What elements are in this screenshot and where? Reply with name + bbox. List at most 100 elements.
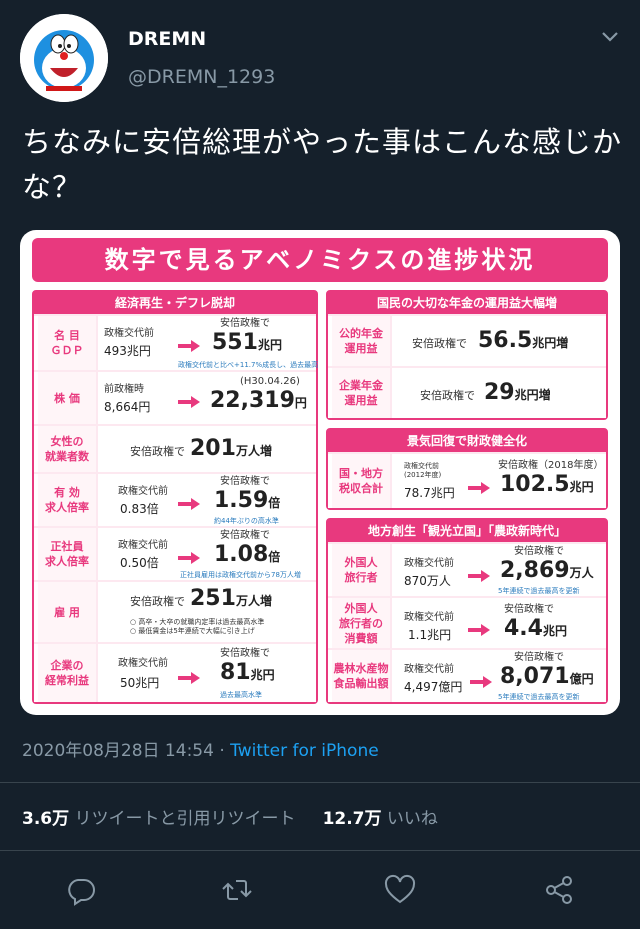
after-value: 4.4兆円 [504, 616, 567, 641]
after-caption: 安倍政権で [220, 476, 270, 487]
before-caption: 政権交代前 [404, 612, 454, 623]
before-value: 50兆円 [120, 676, 160, 690]
before-caption: 政権交代前 (2012年度) [404, 462, 442, 479]
avatar[interactable] [20, 14, 108, 102]
note: 5年連続で過去最高を更新 [498, 587, 580, 595]
after-value: 1.59倍 [214, 488, 281, 513]
chevron-down-icon[interactable] [600, 30, 620, 44]
row-label: 外国人 旅行者 [332, 544, 392, 596]
retweets-count: 3.6万 [22, 809, 70, 829]
tweet-media-image[interactable]: 数字で見るアベノミクスの進捗状況 経済再生・デフレ脱却 名 目 ＧＤＰ 政権交代… [20, 230, 620, 715]
before-value: 870万人 [404, 574, 451, 588]
divider [0, 850, 640, 851]
after-value: 2,869万人 [500, 558, 594, 583]
before-value: 1.1兆円 [408, 628, 452, 642]
row-label: 有 効 求人倍率 [38, 474, 98, 526]
after-caption: 安倍政権で [220, 648, 270, 659]
retweet-icon[interactable] [220, 873, 254, 907]
row-regular-job-ratio: 正社員 求人倍率 政権交代前 0.50倍 安倍政権で 1.08倍 正社員雇用は政… [34, 526, 316, 580]
row-label: 女性の 就業者数 [38, 426, 98, 472]
row-visitor-spending: 外国人 旅行者の 消費額 政権交代前 1.1兆円 安倍政権で 4.4兆円 [328, 596, 606, 648]
row-food-exports: 農林水産物 食品輸出額 政権交代前 4,497億円 安倍政権で 8,071億円 … [328, 648, 606, 702]
row-women-employment: 女性の 就業者数 安倍政権で 201万人増 [34, 424, 316, 472]
row-label: 雇 用 [38, 582, 98, 642]
panel-header: 経済再生・デフレ脱却 [34, 292, 316, 314]
row-tax-revenue: 国・地方 税収合計 政権交代前 (2012年度) 78.7兆円 安倍政権（201… [328, 452, 606, 508]
panel-fiscal: 景気回復で財政健全化 国・地方 税収合計 政権交代前 (2012年度) 78.7… [326, 428, 608, 510]
after-value: 22,319円 [210, 388, 307, 413]
panel-pension: 国民の大切な年金の運用益大幅増 公的年金 運用益 安倍政権で 56.5兆円増 企… [326, 290, 608, 420]
after-caption: 安倍政権で [220, 530, 270, 541]
panel-economy: 経済再生・デフレ脱却 名 目 ＧＤＰ 政権交代前 493兆円 安倍政権で 551… [32, 290, 318, 704]
before-value: 4,497億円 [404, 680, 463, 694]
arrow-icon [178, 396, 200, 408]
after-value: 1.08倍 [214, 542, 281, 567]
row-public-pension: 公的年金 運用益 安倍政権で 56.5兆円増 [328, 314, 606, 366]
note: 政権交代前と比べ+11.7%成長し、過去最高 [178, 361, 319, 369]
likes-count: 12.7万 [322, 809, 382, 829]
row-employment: 雇 用 安倍政権で 251万人増 ○ 高卒・大卒の就職内定率は過去最高水準 ○ … [34, 580, 316, 642]
before-caption: 前政権時 [104, 384, 144, 395]
display-name[interactable]: DREMN [128, 28, 206, 50]
arrow-icon [178, 340, 200, 352]
divider [0, 782, 640, 783]
row-gdp: 名 目 ＧＤＰ 政権交代前 493兆円 安倍政権で 551兆円 政権交代前と比べ… [34, 314, 319, 370]
before-caption: 政権交代前 [118, 658, 168, 669]
after-value: 551兆円 [212, 330, 282, 355]
reply-icon[interactable] [64, 873, 98, 907]
after-value: 251万人増 [190, 586, 272, 611]
before-caption: 政権交代前 [104, 328, 154, 339]
after-caption: 安倍政権で [504, 604, 554, 615]
note: ○ 高卒・大卒の就職内定率は過去最高水準 ○ 最低賃金は5年連続で大幅に引き上げ [130, 618, 265, 635]
arrow-icon [468, 624, 490, 636]
panel-header: 景気回復で財政健全化 [328, 430, 606, 452]
before-value: 493兆円 [104, 344, 151, 358]
after-caption: 安倍政権で [130, 445, 185, 458]
likes-label: いいね [386, 809, 438, 829]
tweet-text: ちなみに安倍総理がやった事はこんな感じかな？ [22, 125, 623, 204]
note: 約44年ぶりの高水準 [214, 517, 279, 525]
before-caption: 政権交代前 [404, 664, 454, 675]
arrow-icon [178, 498, 200, 510]
row-job-ratio: 有 効 求人倍率 政権交代前 0.83倍 安倍政権で 1.59倍 約44年ぶりの… [34, 472, 316, 526]
after-caption: 安倍政権で [514, 652, 564, 663]
after-caption: 安倍政権で [220, 318, 270, 329]
heart-icon[interactable] [383, 873, 417, 907]
note: 過去最高水準 [220, 691, 262, 699]
arrow-icon [178, 552, 200, 564]
likes-stat[interactable]: 12.7万 いいね [323, 809, 438, 829]
arrow-icon [468, 482, 490, 494]
after-value: 29兆円増 [484, 380, 551, 405]
row-corporate-profit: 企業の 経常利益 政権交代前 50兆円 安倍政権で 81兆円 過去最高水準 [34, 642, 316, 702]
before-caption: 政権交代前 [118, 540, 168, 551]
panel-header: 地方創生「観光立国」「農政新時代」 [328, 520, 606, 542]
doraemon-avatar-icon [20, 14, 108, 102]
before-caption: 政権交代前 [404, 558, 454, 569]
retweets-stat[interactable]: 3.6万 リツイートと引用リツイート [22, 809, 296, 829]
source-link[interactable]: Twitter for iPhone [230, 741, 379, 761]
after-value: 8,071億円 [500, 664, 594, 689]
note: 5年連続で過去最高を更新 [498, 693, 580, 701]
before-value: 78.7兆円 [404, 486, 455, 500]
after-value: 201万人増 [190, 436, 272, 461]
row-stock: 株 価 前政権時 8,664円 (H30.04.26) 22,319円 [34, 370, 316, 424]
row-corporate-pension: 企業年金 運用益 安倍政権で 29兆円増 [328, 366, 606, 418]
row-label: 名 目 ＧＤＰ [38, 316, 98, 370]
arrow-icon [468, 570, 490, 582]
row-label: 外国人 旅行者の 消費額 [332, 598, 392, 648]
tweet-stats: 3.6万 リツイートと引用リツイート 12.7万 いいね [22, 804, 438, 829]
note: 正社員雇用は政権交代前から78万人増 [180, 571, 301, 579]
infographic-title: 数字で見るアベノミクスの進捗状況 [32, 238, 608, 282]
before-value: 0.83倍 [120, 502, 159, 516]
user-handle[interactable]: @DREMN_1293 [128, 66, 275, 88]
after-caption: 安倍政権で [514, 546, 564, 557]
row-foreign-visitors: 外国人 旅行者 政権交代前 870万人 安倍政権で 2,869万人 5年連続で過… [328, 542, 606, 596]
after-value: 102.5兆円 [500, 472, 594, 497]
share-icon[interactable] [542, 873, 576, 907]
row-label: 農林水産物 食品輸出額 [332, 650, 392, 702]
row-label: 企業年金 運用益 [332, 368, 392, 418]
timestamp-text[interactable]: 2020年08月28日 14:54 · [22, 741, 230, 761]
row-label: 株 価 [38, 372, 98, 424]
after-caption: 安倍政権で [420, 389, 475, 402]
row-label: 企業の 経常利益 [38, 644, 98, 702]
